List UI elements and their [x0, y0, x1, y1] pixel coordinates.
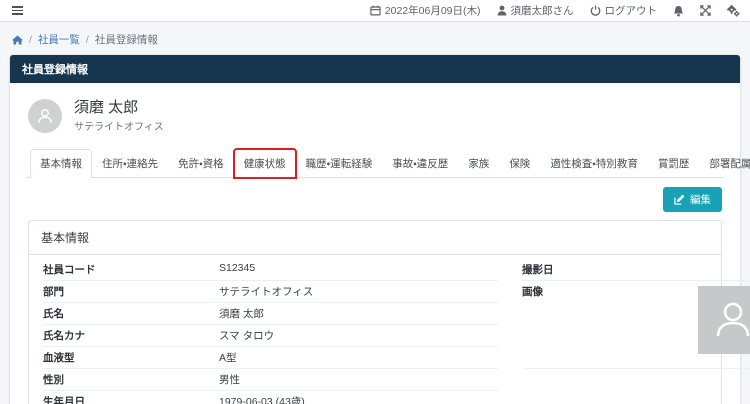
basic-info-table: 社員コード S12345 部門 サテライトオフィス 氏名 須磨 太郎 氏名カナ … [43, 259, 498, 404]
current-date: 2022年06月09日(木) [370, 3, 481, 18]
user-name: 須磨太郎さん [510, 5, 574, 17]
info-label: 社員コード [43, 264, 96, 276]
tab-label: 部署配属履歴 [709, 158, 750, 170]
power-icon [590, 5, 601, 16]
tab-label: 健康状態 [243, 158, 286, 170]
tab-item[interactable]: 健康状態 [232, 148, 297, 179]
edit-pencil-icon [674, 194, 685, 205]
info-row: 部門 サテライトオフィス [43, 281, 498, 303]
info-label: 氏名 [43, 308, 64, 320]
tab-item[interactable]: 保険 [499, 149, 540, 178]
info-row: 氏名 須磨 太郎 [43, 303, 498, 325]
person-placeholder-icon [716, 302, 750, 337]
info-row: 氏名カナ スマ タロウ [43, 325, 498, 347]
tab-item[interactable]: 基本情報 [30, 149, 92, 178]
bell-icon [673, 5, 684, 17]
info-value: 1979-06-03 (43歳) [219, 396, 305, 404]
basic-info-title: 基本情報 [29, 221, 721, 255]
page-title: 社員登録情報 [10, 55, 740, 83]
breadcrumb-separator: / [29, 33, 32, 46]
date-text: 2022年06月09日(木) [384, 5, 481, 17]
info-value: S12345 [219, 262, 256, 274]
employee-department: サテライトオフィス [74, 121, 164, 133]
info-label: 血液型 [43, 352, 75, 364]
breadcrumb-separator: / [85, 33, 89, 46]
basic-info-section: 基本情報 社員コード S12345 部門 サテライトオフィス 氏名 須磨 太郎 … [28, 220, 750, 404]
photo-date-row: 撮影日 [522, 259, 750, 281]
logout-button[interactable]: ログアウト [590, 3, 658, 18]
home-icon [12, 34, 23, 45]
person-icon [38, 109, 52, 123]
tab-item[interactable]: 事故・違反歴 [382, 149, 458, 178]
tab-item[interactable]: 家族 [458, 149, 499, 178]
info-row: 生年月日 1979-06-03 (43歳) [43, 391, 498, 404]
info-row: 血液型 A型 [43, 347, 498, 369]
calendar-icon [370, 5, 381, 16]
tab-label: 適性検査・特別教育 [550, 158, 638, 170]
image-label: 画像 [522, 286, 543, 298]
info-value: サテライトオフィス [219, 286, 314, 298]
tabs: 基本情報 住所・連絡先 免許・資格 健康状態 職歴・運転経験 事故・違反歴 家族… [26, 148, 750, 179]
info-label: 生年月日 [43, 396, 85, 404]
info-value: スマ タロウ [219, 330, 275, 342]
info-row: 社員コード S12345 [43, 259, 498, 281]
user-icon [497, 5, 507, 16]
tab-label: 職歴・運転経験 [305, 158, 373, 170]
tab-label: 事故・違反歴 [392, 158, 449, 170]
top-navbar: 2022年06月09日(木) 須磨太郎さん ログアウト [0, 0, 750, 22]
info-value: 男性 [219, 374, 240, 386]
tab-label: 住所・連絡先 [102, 158, 159, 170]
tab-label: 基本情報 [40, 158, 82, 170]
photo-date-label: 撮影日 [522, 264, 554, 276]
employee-profile: 須磨 太郎 サテライトオフィス [26, 95, 724, 135]
user-menu[interactable]: 須磨太郎さん [497, 3, 574, 18]
tab-item[interactable]: 住所・連絡先 [92, 149, 168, 178]
gears-icon [727, 4, 740, 17]
info-row: 性別 男性 [43, 369, 498, 391]
tab-label: 家族 [468, 158, 490, 170]
photo-image-row: 画像 [522, 281, 750, 369]
expand-icon [700, 5, 711, 16]
notifications-button[interactable] [673, 5, 684, 17]
menu-toggle-icon[interactable] [10, 4, 25, 17]
tab-label: 保険 [509, 158, 531, 170]
tab-item[interactable]: 適性検査・特別教育 [540, 149, 648, 178]
avatar [28, 99, 62, 133]
tab-item[interactable]: 職歴・運転経験 [296, 149, 383, 178]
tab-label: 賞罰歴 [657, 158, 690, 170]
info-value: A型 [219, 352, 237, 364]
info-value: 須磨 太郎 [219, 308, 264, 320]
tab-item[interactable]: 免許・資格 [168, 149, 234, 178]
breadcrumb-current: 社員登録情報 [94, 34, 158, 46]
fullscreen-button[interactable] [700, 5, 711, 16]
logout-label: ログアウト [604, 5, 658, 17]
info-label: 部門 [43, 286, 64, 298]
tab-item[interactable]: 部署配属履歴 [699, 149, 750, 178]
settings-button[interactable] [727, 4, 740, 17]
employee-registration-card: 社員登録情報 須磨 太郎 サテライトオフィス 基本情報 住所・連絡先 免許・資格 [10, 55, 750, 404]
photo-placeholder [698, 286, 750, 354]
photo-column: 撮影日 画像 [522, 259, 750, 404]
breadcrumb-employee-list-link[interactable]: 社員一覧 [38, 32, 80, 47]
breadcrumb: / 社員一覧 / 社員登録情報 [0, 22, 750, 55]
info-label: 氏名カナ [43, 330, 85, 342]
edit-button-label: 編集 [690, 194, 711, 206]
breadcrumb-home-link[interactable] [12, 34, 23, 45]
tab-item[interactable]: 賞罰歴 [648, 149, 700, 178]
edit-button[interactable]: 編集 [663, 187, 722, 212]
tab-label: 免許・資格 [178, 158, 224, 170]
employee-name: 須磨 太郎 [74, 99, 139, 117]
info-label: 性別 [43, 374, 64, 386]
